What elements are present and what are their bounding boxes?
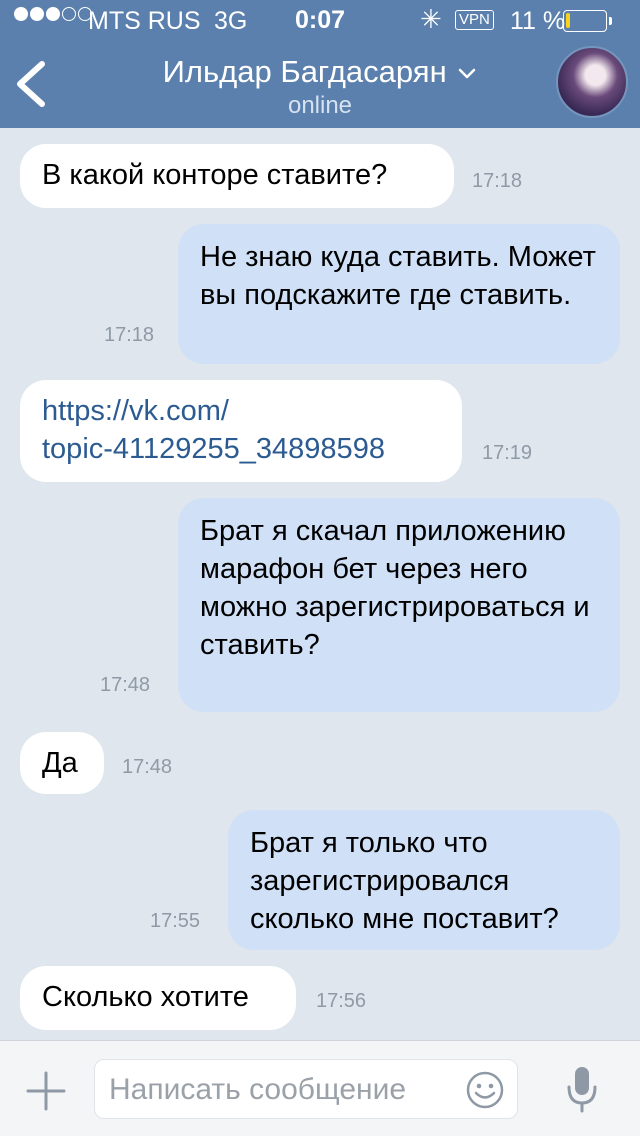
battery-percent: 11 %: [510, 7, 566, 35]
microphone-icon[interactable]: [562, 1063, 602, 1117]
battery-fill: [566, 13, 570, 28]
smile-icon[interactable]: [465, 1070, 505, 1110]
message-input-box[interactable]: [94, 1059, 518, 1119]
message-bubble[interactable]: Не знаю куда ставить. Может вы подскажит…: [178, 224, 620, 364]
plus-icon[interactable]: [24, 1069, 68, 1113]
back-button[interactable]: [10, 58, 60, 114]
avatar[interactable]: [556, 46, 628, 118]
message-time: 17:18: [472, 170, 523, 192]
message-composer: [0, 1040, 640, 1136]
chevron-left-icon: [17, 61, 45, 107]
message-bubble[interactable]: Брат я только что зарегистрировался скол…: [228, 810, 620, 950]
message-time: 17:48: [100, 674, 151, 696]
message-bubble[interactable]: Брат я скачал приложению марафон бет чер…: [178, 498, 620, 712]
message-time: 17:19: [482, 442, 533, 464]
battery-icon: [563, 10, 612, 32]
message-input[interactable]: [109, 1070, 459, 1110]
message-bubble[interactable]: В какой конторе ставите?: [20, 144, 454, 208]
message-bubble[interactable]: Да: [20, 732, 104, 794]
message-time: 17:18: [104, 324, 155, 346]
message-list[interactable]: В какой конторе ставите? 17:18 Не знаю к…: [0, 128, 640, 1040]
message-time: 17:55: [150, 910, 201, 932]
chat-header: MTS RUS 3G 0:07 ✳ VPN 11 % Ильдар Багдас…: [0, 0, 640, 128]
activity-spinner-icon: ✳: [420, 4, 442, 34]
link-line-1[interactable]: https://vk.com/topic-41129255_34898598: [42, 395, 385, 465]
conversation-title[interactable]: Ильдар Багдасарян online: [100, 54, 540, 120]
message-time: 17:48: [122, 756, 173, 778]
status-bar: MTS RUS 3G 0:07 ✳ VPN 11 %: [0, 0, 640, 40]
chevron-down-icon: [459, 68, 476, 79]
message-link[interactable]: https://vk.com/topic-41129255_34898598: [20, 380, 462, 482]
contact-status: online: [287, 92, 353, 119]
contact-name: Ильдар Багдасарян: [162, 54, 447, 89]
vpn-badge: VPN: [455, 10, 494, 30]
message-time: 17:56: [316, 990, 367, 1012]
message-bubble[interactable]: Сколько хотите: [20, 966, 296, 1030]
